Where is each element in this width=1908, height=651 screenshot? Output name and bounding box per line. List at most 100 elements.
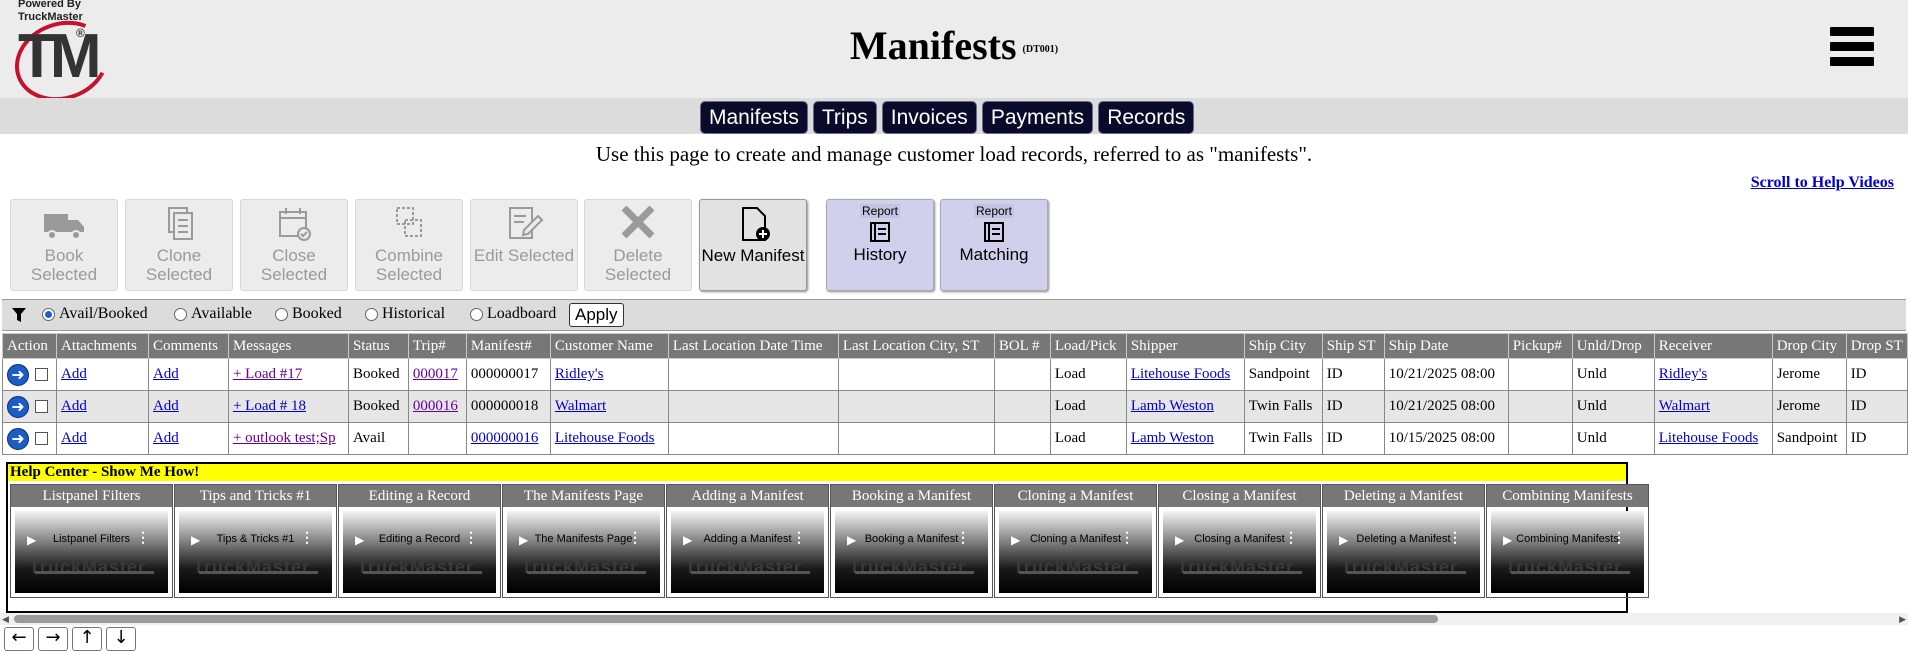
new-manifest-button[interactable]: New Manifest	[699, 199, 807, 291]
go-arrow-icon[interactable]: ➜	[7, 363, 29, 386]
video-thumbnail[interactable]: ▶ Adding a Manifest ⋮ TruckMaster	[671, 511, 824, 593]
help-video-tile[interactable]: Booking a Manifest ▶ Booking a Manifest ⋮ Tr…	[830, 484, 993, 598]
more-options-icon[interactable]: ⋮	[1448, 529, 1462, 546]
video-thumbnail[interactable]: ▶ Tips & Tricks #1 ⋮ TruckMaster	[179, 511, 332, 593]
column-header[interactable]: Action	[2, 333, 57, 359]
comments-add-link[interactable]: Add	[153, 398, 179, 414]
video-thumbnail[interactable]: ▶ Listpanel Filters ⋮ TruckMaster	[15, 511, 168, 593]
help-video-tile[interactable]: Adding a Manifest ▶ Adding a Manifest ⋮ Truc…	[666, 484, 829, 598]
video-thumbnail[interactable]: ▶ Combining Manifests ⋮ TruckMaster	[1491, 511, 1644, 593]
column-header[interactable]: Unld/Drop	[1571, 333, 1655, 359]
apply-button[interactable]: Apply	[569, 303, 624, 327]
more-options-icon[interactable]: ⋮	[956, 529, 970, 546]
filter-loadboard[interactable]: Loadboard	[470, 305, 556, 323]
radio-avail-booked[interactable]	[42, 307, 55, 321]
go-arrow-icon[interactable]: ➜	[7, 427, 29, 450]
messages-link[interactable]: + Load #17	[233, 366, 302, 382]
column-header[interactable]: Messages	[227, 333, 349, 359]
help-video-tile[interactable]: Deleting a Manifest ▶ Deleting a Manifest ⋮…	[1322, 484, 1485, 598]
column-header[interactable]: Drop City	[1771, 333, 1847, 359]
filter-historical[interactable]: Historical	[365, 305, 445, 323]
column-header[interactable]: Comments	[147, 333, 229, 359]
tab-invoices[interactable]: Invoices	[881, 101, 977, 134]
comments-add-link[interactable]: Add	[153, 366, 179, 382]
down-arrow-button[interactable]: ↓	[106, 627, 136, 651]
video-thumbnail[interactable]: ▶ The Manifests Page ⋮ TruckMaster	[507, 511, 660, 593]
table-row[interactable]: ➜ Add Add + Load # 18 Booked 000016 0000…	[2, 390, 1908, 423]
column-header[interactable]: Ship City	[1243, 333, 1323, 359]
column-header[interactable]: Last Location City, ST	[837, 333, 995, 359]
scroll-right-icon[interactable]: ▶	[1899, 614, 1906, 625]
tab-payments[interactable]: Payments	[981, 101, 1094, 134]
column-header[interactable]: Trip#	[407, 333, 467, 359]
tab-manifests[interactable]: Manifests	[700, 101, 808, 134]
help-video-tile[interactable]: Closing a Manifest ▶ Closing a Manifest ⋮ Tr…	[1158, 484, 1321, 598]
attachments-add-link[interactable]: Add	[61, 398, 87, 414]
row-checkbox[interactable]	[35, 432, 48, 445]
row-checkbox[interactable]	[35, 400, 48, 413]
messages-link[interactable]: + outlook test;Sp	[233, 430, 336, 446]
right-arrow-button[interactable]: →	[38, 627, 68, 651]
receiver-link[interactable]: Litehouse Foods	[1659, 430, 1759, 446]
help-video-tile[interactable]: Editing a Record ▶ Editing a Record ⋮ TruckM…	[338, 484, 501, 598]
help-video-tile[interactable]: Cloning a Manifest ▶ Cloning a Manifest ⋮ Tr…	[994, 484, 1157, 598]
shipper-link[interactable]: Lamb Weston	[1131, 398, 1214, 414]
more-options-icon[interactable]: ⋮	[136, 529, 150, 546]
column-header[interactable]: Load/Pick	[1049, 333, 1127, 359]
help-video-tile[interactable]: The Manifests Page ▶ The Manifests Page ⋮ Tr…	[502, 484, 665, 598]
trip-link[interactable]: 000017	[413, 366, 458, 382]
attachments-add-link[interactable]: Add	[61, 430, 87, 446]
report-history-button[interactable]: Report History	[826, 199, 934, 291]
hamburger-menu-icon[interactable]	[1830, 27, 1874, 71]
delete-selected-button[interactable]: Delete Selected	[584, 199, 692, 291]
more-options-icon[interactable]: ⋮	[628, 529, 642, 546]
shipper-link[interactable]: Litehouse Foods	[1131, 366, 1231, 382]
customer-link[interactable]: Walmart	[555, 398, 606, 414]
column-header[interactable]: Ship ST	[1321, 333, 1385, 359]
column-header[interactable]: Ship Date	[1383, 333, 1509, 359]
radio-booked[interactable]	[275, 307, 288, 321]
column-header[interactable]: Attachments	[55, 333, 149, 359]
manifest-link[interactable]: 000000016	[471, 430, 539, 446]
more-options-icon[interactable]: ⋮	[792, 529, 806, 546]
left-arrow-button[interactable]: ←	[4, 627, 34, 651]
close-selected-button[interactable]: Close Selected	[240, 199, 348, 291]
more-options-icon[interactable]: ⋮	[1284, 529, 1298, 546]
receiver-link[interactable]: Walmart	[1659, 398, 1710, 414]
column-header[interactable]: Customer Name	[549, 333, 669, 359]
receiver-link[interactable]: Ridley's	[1659, 366, 1708, 382]
customer-link[interactable]: Litehouse Foods	[555, 430, 655, 446]
radio-available[interactable]	[174, 307, 187, 321]
more-options-icon[interactable]: ⋮	[300, 529, 314, 546]
column-header[interactable]: Pickup#	[1507, 333, 1573, 359]
scroll-to-help-link[interactable]: Scroll to Help Videos	[1751, 174, 1894, 192]
table-row[interactable]: ➜ Add Add + Load #17 Booked 000017 00000…	[2, 358, 1908, 391]
more-options-icon[interactable]: ⋮	[464, 529, 478, 546]
tab-records[interactable]: Records	[1098, 101, 1195, 134]
go-arrow-icon[interactable]: ➜	[7, 395, 29, 418]
up-arrow-button[interactable]: ↑	[72, 627, 102, 651]
video-thumbnail[interactable]: ▶ Deleting a Manifest ⋮ TruckMaster	[1327, 511, 1480, 593]
shipper-link[interactable]: Lamb Weston	[1131, 430, 1214, 446]
radio-loadboard[interactable]	[470, 307, 483, 321]
more-options-icon[interactable]: ⋮	[1612, 529, 1626, 546]
column-header[interactable]: Drop ST	[1845, 333, 1908, 359]
table-row[interactable]: ➜ Add Add + outlook test;Sp Avail 000000…	[2, 422, 1908, 455]
column-header[interactable]: Receiver	[1653, 333, 1773, 359]
book-selected-button[interactable]: Book Selected	[10, 199, 118, 291]
column-header[interactable]: Shipper	[1125, 333, 1245, 359]
column-header[interactable]: BOL #	[993, 333, 1051, 359]
radio-historical[interactable]	[365, 307, 378, 321]
more-options-icon[interactable]: ⋮	[1120, 529, 1134, 546]
filter-avail-booked[interactable]: Avail/Booked	[42, 305, 148, 323]
messages-link[interactable]: + Load # 18	[233, 398, 306, 414]
filter-booked[interactable]: Booked	[275, 305, 342, 323]
row-checkbox[interactable]	[35, 368, 48, 381]
video-thumbnail[interactable]: ▶ Closing a Manifest ⋮ TruckMaster	[1163, 511, 1316, 593]
column-header[interactable]: Last Location Date Time	[667, 333, 839, 359]
scroll-left-icon[interactable]: ◀	[2, 614, 9, 625]
video-thumbnail[interactable]: ▶ Editing a Record ⋮ TruckMaster	[343, 511, 496, 593]
report-matching-button[interactable]: Report Matching	[940, 199, 1048, 291]
edit-selected-button[interactable]: Edit Selected	[470, 199, 578, 291]
customer-link[interactable]: Ridley's	[555, 366, 604, 382]
